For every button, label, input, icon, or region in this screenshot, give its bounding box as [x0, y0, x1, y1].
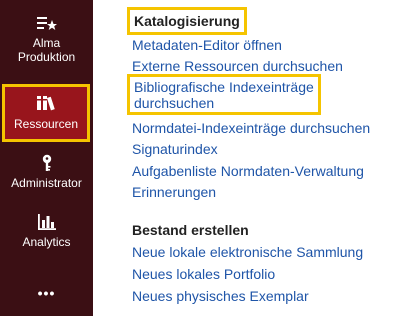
- nav-alma-produktion-label-1: Alma: [32, 36, 61, 50]
- nav-alma-produktion-label-2: Produktion: [17, 50, 76, 64]
- link-normdatei-indexeintraege[interactable]: Normdatei-Indexeinträge durchsuchen: [132, 119, 370, 137]
- more-label: •••: [37, 285, 56, 301]
- list-star-icon: [36, 14, 57, 32]
- more-icon: •••: [38, 284, 56, 302]
- main-menu-panel: Katalogisierung Metadaten-Editor öffnen …: [93, 0, 398, 316]
- link-erinnerungen[interactable]: Erinnerungen: [132, 183, 216, 201]
- nav-analytics[interactable]: Analytics: [0, 213, 93, 249]
- section-heading-katalogisierung: Katalogisierung: [127, 7, 247, 35]
- nav-analytics-label: Analytics: [22, 235, 71, 249]
- key-icon: [40, 154, 54, 172]
- nav-alma-produktion[interactable]: Alma Produktion: [0, 14, 93, 64]
- link-bibliografische-line2: durchsuchen: [134, 95, 215, 111]
- section-heading-bestand-erstellen: Bestand erstellen: [132, 222, 249, 238]
- link-signaturindex[interactable]: Signaturindex: [132, 140, 218, 158]
- link-metadaten-editor[interactable]: Metadaten-Editor öffnen: [132, 36, 282, 54]
- link-neues-lokales-portfolio[interactable]: Neues lokales Portfolio: [132, 265, 275, 283]
- link-bibliografische-indexeintraege[interactable]: Bibliografische Indexeinträge durchsuche…: [127, 74, 321, 115]
- link-aufgabenliste-normdaten[interactable]: Aufgabenliste Normdaten-Verwaltung: [132, 162, 364, 180]
- books-icon: [36, 94, 56, 112]
- link-neue-elektronische-sammlung[interactable]: Neue lokale elektronische Sammlung: [132, 243, 363, 261]
- link-bibliografische-line1: Bibliografische Indexeinträge: [134, 79, 314, 95]
- nav-ressourcen-label: Ressourcen: [13, 117, 79, 131]
- link-neues-physisches-exemplar[interactable]: Neues physisches Exemplar: [132, 287, 309, 305]
- main-sidebar: Alma Produktion Ressourcen Administrator…: [0, 0, 93, 316]
- nav-ressourcen[interactable]: Ressourcen: [2, 84, 90, 142]
- nav-administrator-label: Administrator: [11, 176, 82, 190]
- link-externe-ressourcen[interactable]: Externe Ressourcen durchsuchen: [132, 57, 343, 75]
- bar-chart-icon: [37, 213, 56, 231]
- nav-more[interactable]: •••: [0, 284, 93, 302]
- nav-administrator[interactable]: Administrator: [0, 154, 93, 190]
